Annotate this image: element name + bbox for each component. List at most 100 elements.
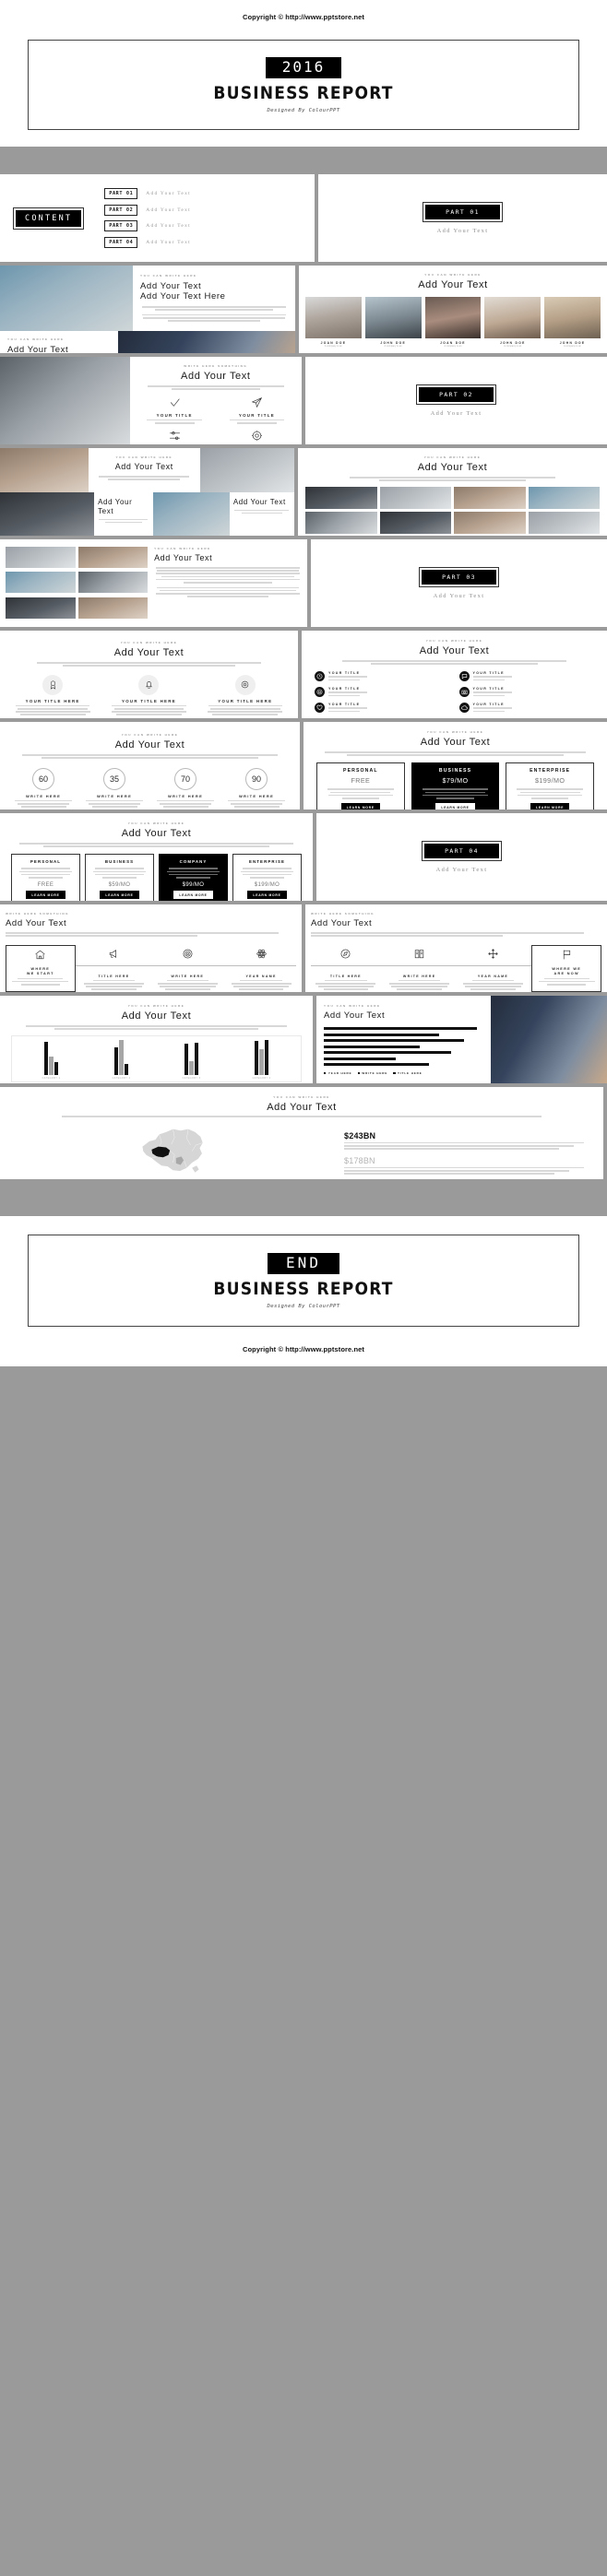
photo-laptop-desk	[152, 491, 230, 536]
content-badge: CONTENT	[13, 207, 85, 230]
learn-more-button[interactable]: LEARN MORE	[435, 803, 475, 809]
learn-more-button[interactable]: LEARN MORE	[100, 891, 139, 899]
step-title: TITLE HERE	[98, 974, 130, 978]
photo-thumb	[6, 597, 76, 619]
circle-icon-item[interactable]: YOUR TITLE HERE	[202, 674, 289, 717]
member-role: A company is an	[324, 345, 342, 348]
end-frame: END BUSINESS REPORT Designed By ColourPP…	[28, 1235, 579, 1327]
slide-row-9: WRITE HERE SOMETHING Add Your Text WHERE…	[0, 904, 607, 992]
axis-tick-label: CATEGORY 2	[112, 1076, 131, 1080]
part-label: PART 04	[104, 236, 138, 248]
price-card[interactable]: PERSONAL FREE LEARN MORE	[11, 853, 80, 901]
content-slide: CONTENT PART 01 Add Your Text PART 02 Ad…	[0, 174, 315, 262]
learn-more-button[interactable]: LEARN MORE	[247, 891, 287, 899]
icon-item[interactable]: YOUR TITLE	[315, 686, 450, 698]
team-member: JOHN DOE A company is an	[544, 297, 601, 349]
plan-price: $59/MO	[108, 882, 131, 889]
target-icon	[183, 949, 193, 959]
slide-title: Add Your Text	[418, 279, 488, 290]
heart-icon	[316, 704, 323, 710]
camera-icon	[461, 690, 467, 694]
price-card[interactable]: BUSINESS $79/MO LEARN MORE	[411, 762, 500, 809]
timeline-step[interactable]: WRITE HERE	[385, 945, 455, 992]
timeline-step[interactable]: YEAR NAME	[226, 945, 296, 992]
team-member: JOAN DOE A company is an	[424, 297, 482, 349]
timeline-start-box[interactable]: WHERE WE START	[6, 944, 76, 992]
list-item[interactable]: PART 01 Add Your Text	[104, 188, 191, 200]
price-card[interactable]: ENTERPRISE $199/MO LEARN MORE	[506, 762, 595, 809]
icon-item[interactable]: YOUR TITLE	[458, 670, 595, 682]
icon-item[interactable]: YOUR TITLE	[218, 396, 296, 425]
learn-more-button[interactable]: LEARN MORE	[340, 803, 380, 809]
timeline-start-slide: WRITE HERE SOMETHING Add Your Text WHERE…	[0, 904, 302, 992]
stat-block: $178BN	[344, 1156, 594, 1175]
icon-title: YOUR TITLE	[472, 686, 505, 691]
price-card[interactable]: ENTERPRISE $199/MO LEARN MORE	[232, 853, 302, 901]
plan-price: FREE	[37, 882, 54, 889]
icon-item[interactable]: YOUR TITLE	[136, 396, 214, 425]
list-photo-slide: YOU CAN WRITE HERE Add Your Text YEAR HE…	[316, 996, 607, 1083]
slide-title: Add Your Text	[181, 371, 251, 382]
icon-circle	[234, 674, 256, 695]
slide-eyebrow: YOU CAN WRITE HERE	[127, 821, 185, 825]
pricing-3-slide: YOU CAN WRITE HERE Add Your Text PERSONA…	[304, 722, 607, 809]
stat-label: WRITE HERE	[167, 793, 204, 798]
list-item[interactable]: PART 02 Add Your Text	[104, 204, 191, 216]
timeline-step[interactable]: WRITE HERE	[152, 945, 222, 992]
plan-price: FREE	[351, 775, 371, 785]
timeline-end-box[interactable]: WHERE WE ARE NOW	[531, 944, 601, 992]
part-badge: PART 04	[422, 841, 502, 861]
circle-icon-item[interactable]: YOUR TITLE HERE	[9, 674, 96, 717]
timeline-step[interactable]: YEAR NAME	[458, 945, 529, 992]
price-card[interactable]: PERSONAL FREE LEARN MORE	[316, 762, 405, 809]
price-card[interactable]: COMPANY $99/MO LEARN MORE	[159, 853, 228, 901]
part-text: Add Your Text	[146, 239, 191, 245]
bar-group	[230, 1039, 293, 1075]
timeline-step[interactable]: TITLE HERE	[311, 945, 381, 992]
learn-more-button[interactable]: LEARN MORE	[26, 891, 65, 899]
list-item[interactable]: PART 04 Add Your Text	[104, 236, 191, 248]
plan-name: PERSONAL	[30, 858, 62, 864]
avatar	[424, 297, 482, 338]
part-subtitle: Add Your Text	[436, 228, 489, 234]
list-item[interactable]: PART 03 Add Your Text	[104, 220, 191, 232]
photo-desk-top	[0, 448, 89, 492]
slide-title: Add Your Text	[114, 462, 173, 471]
icon-title: YOUR TITLE	[328, 670, 361, 675]
map-svg	[142, 1128, 203, 1173]
cover-year-badge: 2016	[265, 56, 342, 78]
slide-eyebrow: YOU CAN WRITE HERE	[154, 547, 211, 550]
timeline-step[interactable]: TITLE HERE	[79, 945, 149, 992]
chart-title: Add Your Text	[121, 1010, 192, 1022]
circle-icon-row: YOUR TITLE HERE YOUR TITLE HERE YOUR TIT…	[9, 674, 289, 717]
circle-icon-item[interactable]: YOUR TITLE HERE	[105, 674, 192, 717]
icon-item[interactable]: YOUR TITLE	[218, 430, 296, 444]
step-title: WRITE HERE	[171, 974, 205, 978]
plan-price: $79/MO	[442, 775, 469, 785]
icon-grid: YOUR TITLE YOUR TITLE YOUR TITLE YOUR TI…	[136, 396, 296, 444]
photo-grid-slide: YOU CAN WRITE HERE Add Your Text	[298, 448, 607, 536]
plan-name: BUSINESS	[104, 858, 135, 864]
avatar	[484, 297, 542, 338]
timeline-start-label: WHERE WE START	[26, 966, 54, 975]
learn-more-button[interactable]: LEARN MORE	[530, 803, 570, 809]
paper-plane-icon	[251, 396, 262, 408]
content-item-list: PART 01 Add Your Text PART 02 Add Your T…	[104, 188, 191, 248]
gallery-text-slide: YOU CAN WRITE HERE Add Your Text	[0, 539, 307, 627]
price-card[interactable]: BUSINESS $59/MO LEARN MORE	[85, 853, 154, 901]
icon-item[interactable]: YOUR TITLE	[458, 702, 595, 714]
slide-row-10: YOU CAN WRITE HERE Add Your Text CATEGOR…	[0, 996, 607, 1083]
slide-title: Add Your Text	[114, 739, 185, 750]
slide-eyebrow: YOU CAN WRITE HERE	[140, 274, 197, 278]
icon-item[interactable]: YOUR TITLE	[315, 702, 450, 714]
gear-icon	[251, 431, 262, 442]
photo-thumb	[528, 511, 600, 534]
part-label: PART 03	[104, 220, 138, 232]
legend-item: WRITE HERE	[357, 1071, 388, 1075]
icon-item[interactable]: YOUR TITLE	[315, 670, 450, 682]
chart-x-axis: CATEGORY 1 CATEGORY 2 CATEGORY 3 CATEGOR…	[14, 1077, 299, 1080]
icon-item[interactable]: YOUR TITLE	[136, 430, 214, 444]
icon-item[interactable]: YOUR TITLE	[458, 686, 595, 698]
slide-eyebrow: YOU CAN WRITE HERE	[120, 641, 178, 644]
learn-more-button[interactable]: LEARN MORE	[173, 891, 213, 899]
